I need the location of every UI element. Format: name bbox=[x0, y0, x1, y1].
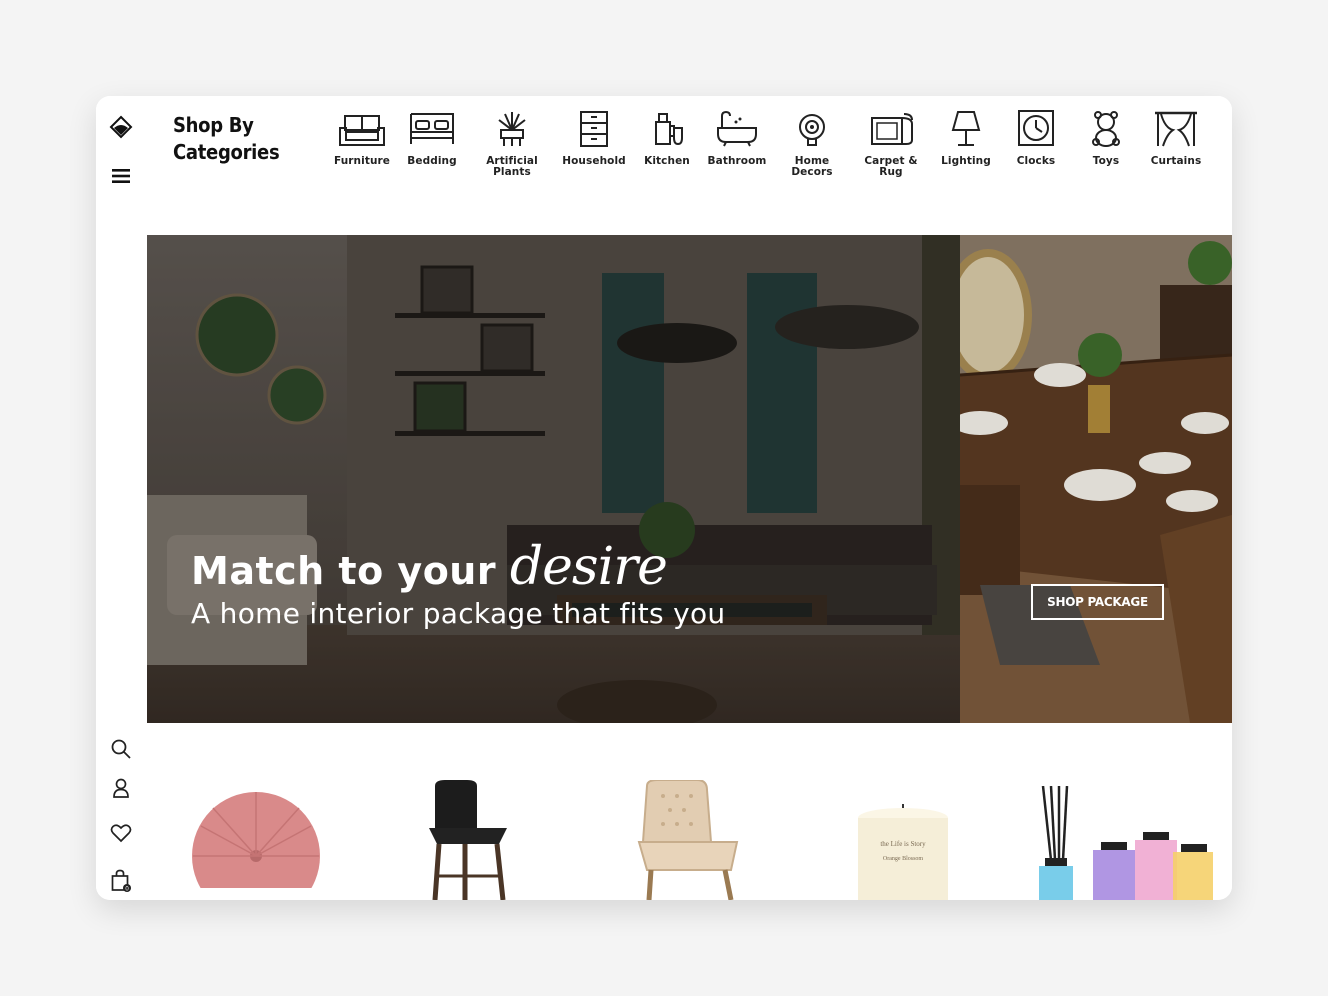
hero-subheadline: A home interior package that fits you bbox=[191, 597, 726, 630]
category-household[interactable]: Household bbox=[554, 110, 634, 167]
sidebar: 0 bbox=[96, 96, 148, 900]
category-label: Bedding bbox=[407, 155, 457, 167]
teddy-icon bbox=[1092, 111, 1120, 147]
curtains-icon bbox=[1155, 111, 1197, 147]
category-bathroom[interactable]: Bathroom bbox=[697, 110, 777, 167]
shop-package-button[interactable]: SHOP PACKAGE bbox=[1031, 584, 1164, 620]
heart-icon[interactable] bbox=[109, 821, 133, 845]
dining-room-photo bbox=[944, 235, 1232, 723]
category-bar: Furniture Bedding Artificial Plants Hous… bbox=[334, 110, 1232, 190]
product-strip: the Life is Story Orange Blossom bbox=[147, 756, 1232, 900]
search-icon[interactable] bbox=[109, 737, 133, 761]
shell-icon bbox=[799, 114, 825, 146]
category-label: Kitchen bbox=[644, 155, 690, 167]
product-beige-dining-chair[interactable] bbox=[637, 779, 747, 900]
category-label: Bathroom bbox=[707, 155, 767, 167]
app-window: 0 Shop By Categories Furniture Bedding A… bbox=[96, 96, 1232, 900]
product-candle[interactable]: the Life is Story Orange Blossom bbox=[855, 804, 955, 900]
category-label: Clocks bbox=[1016, 155, 1056, 167]
category-label: Carpet & Rug bbox=[864, 155, 918, 178]
drawer-icon bbox=[580, 111, 608, 147]
category-label: Artificial Plants bbox=[486, 155, 538, 178]
category-lighting[interactable]: Lighting bbox=[926, 110, 1006, 167]
rug-icon bbox=[871, 113, 913, 145]
category-kitchen[interactable]: Kitchen bbox=[627, 110, 707, 167]
category-label: Home Decors bbox=[791, 155, 833, 178]
category-label: Lighting bbox=[941, 155, 991, 167]
category-artificial-plants[interactable]: Artificial Plants bbox=[472, 110, 552, 178]
user-icon[interactable] bbox=[109, 776, 133, 800]
menu-icon[interactable] bbox=[109, 164, 133, 188]
plant-icon bbox=[498, 112, 526, 146]
kitchen-icon bbox=[655, 113, 683, 146]
lamp-icon bbox=[951, 111, 981, 146]
shop-by-categories-title: Shop By Categories bbox=[173, 113, 280, 164]
svg-text:the Life is Story: the Life is Story bbox=[880, 840, 926, 848]
category-bedding[interactable]: Bedding bbox=[392, 110, 472, 167]
category-label: Curtains bbox=[1150, 155, 1202, 167]
sofa-icon bbox=[339, 115, 385, 146]
category-label: Household bbox=[562, 155, 626, 167]
living-room-photo bbox=[147, 235, 960, 723]
bathtub-icon bbox=[717, 110, 757, 147]
category-clocks[interactable]: Clocks bbox=[996, 110, 1076, 167]
logo-icon[interactable] bbox=[109, 115, 133, 139]
category-curtains[interactable]: Curtains bbox=[1136, 110, 1216, 167]
category-home-decors[interactable]: Home Decors bbox=[772, 110, 852, 178]
hero-headline-script: desire bbox=[509, 537, 668, 597]
svg-text:Orange Blossom: Orange Blossom bbox=[883, 856, 923, 862]
product-black-bar-stool[interactable] bbox=[425, 780, 515, 900]
bed-icon bbox=[410, 113, 454, 144]
category-furniture[interactable]: Furniture bbox=[322, 110, 402, 167]
hero-headline-text: Match to your bbox=[191, 549, 497, 593]
bag-icon[interactable]: 0 bbox=[109, 869, 133, 893]
category-toys[interactable]: Toys bbox=[1066, 110, 1146, 167]
category-label: Toys bbox=[1092, 155, 1120, 167]
product-reed-diffuser[interactable] bbox=[1025, 785, 1215, 900]
clock-icon bbox=[1018, 110, 1054, 146]
product-pink-cushion[interactable] bbox=[191, 778, 321, 900]
category-carpet-rug[interactable]: Carpet & Rug bbox=[851, 110, 931, 178]
main-content: Shop By Categories Furniture Bedding Art… bbox=[147, 96, 1232, 900]
category-label: Furniture bbox=[333, 155, 391, 167]
hero-headline: Match to your desire bbox=[191, 537, 668, 597]
hero-banner: Match to your desire A home interior pac… bbox=[147, 235, 1232, 723]
